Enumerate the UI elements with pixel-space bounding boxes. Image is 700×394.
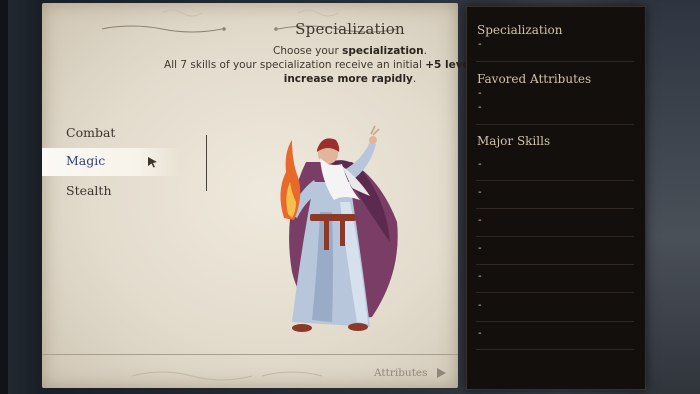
summary-attribute-value: - xyxy=(478,88,482,99)
summary-specialization-value: - xyxy=(478,39,482,50)
summary-panel xyxy=(466,6,646,390)
summary-skill-value: - xyxy=(478,159,482,170)
option-magic[interactable]: Magic xyxy=(66,153,105,168)
summary-skill-value: - xyxy=(478,328,482,339)
summary-skill-value: - xyxy=(478,243,482,254)
summary-specialization-heading: Specialization xyxy=(477,23,563,37)
next-button-label[interactable]: Attributes xyxy=(374,367,428,379)
summary-skill-value: - xyxy=(478,300,482,311)
summary-divider xyxy=(476,124,634,125)
summary-skills-heading: Major Skills xyxy=(477,134,551,148)
summary-divider xyxy=(476,292,634,293)
option-combat[interactable]: Combat xyxy=(66,125,115,140)
summary-divider xyxy=(476,61,634,62)
summary-skill-value: - xyxy=(478,215,482,226)
summary-divider xyxy=(476,236,634,237)
mouse-cursor-icon xyxy=(148,157,157,168)
summary-divider xyxy=(476,349,634,350)
option-magic-highlight[interactable] xyxy=(42,148,180,176)
summary-skill-value: - xyxy=(478,187,482,198)
summary-divider xyxy=(476,208,634,209)
option-stealth[interactable]: Stealth xyxy=(66,183,112,198)
summary-divider xyxy=(476,321,634,322)
summary-attributes-heading: Favored Attributes xyxy=(477,72,592,86)
summary-divider xyxy=(476,180,634,181)
wizard-illustration-icon xyxy=(280,125,398,332)
summary-skill-value: - xyxy=(478,271,482,282)
summary-attribute-value: - xyxy=(478,102,482,113)
summary-divider xyxy=(476,264,634,265)
options-divider xyxy=(206,135,207,191)
arrow-right-icon[interactable] xyxy=(434,366,448,380)
